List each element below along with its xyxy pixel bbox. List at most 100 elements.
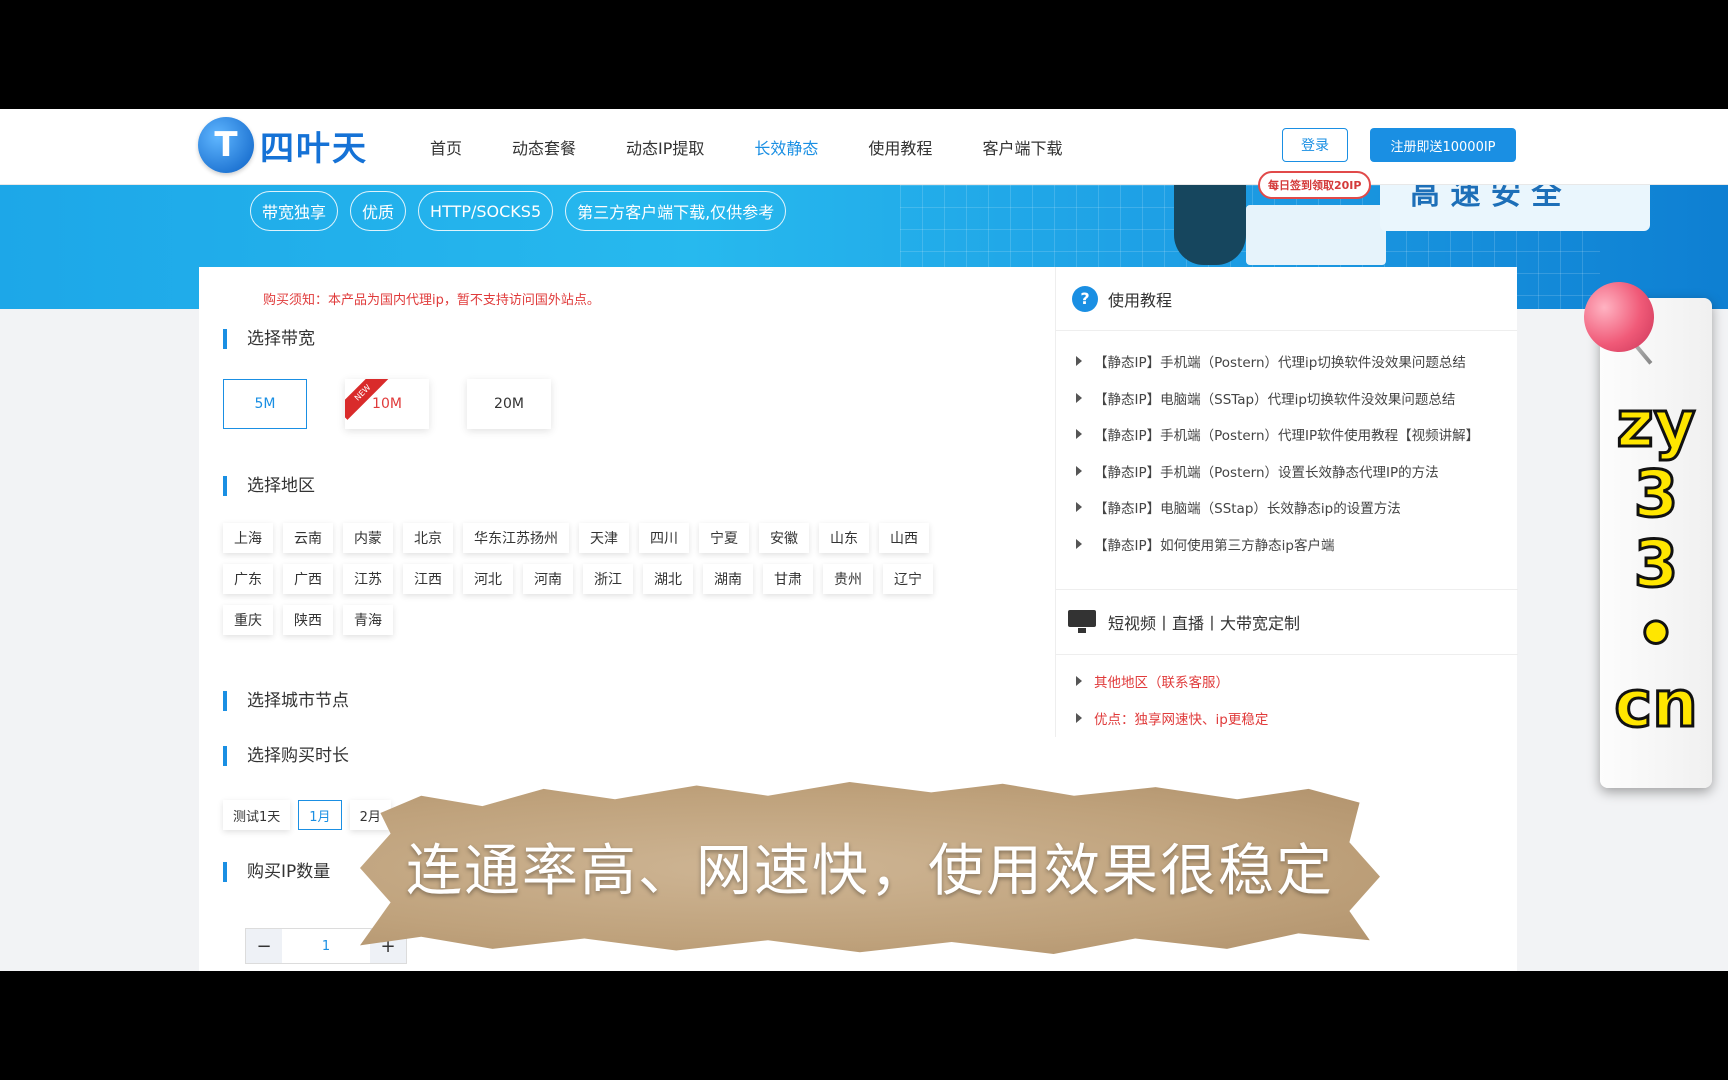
video-letterbox-top (0, 0, 1728, 109)
logo-text: 四叶天 (260, 128, 368, 169)
tutorial-header: ? 使用教程 (1056, 267, 1517, 331)
quantity-input[interactable]: 1 (282, 929, 370, 963)
region-option[interactable]: 北京 (403, 523, 453, 553)
region-option[interactable]: 山东 (819, 523, 869, 553)
region-options: 上海 云南 内蒙 北京 华东江苏扬州 天津 四川 宁夏 安徽 山东 山西 广东 … (223, 523, 943, 646)
region-option[interactable]: 浙江 (583, 564, 633, 594)
tutorial-link[interactable]: 【静态IP】如何使用第三方静态ip客户端 (1076, 526, 1517, 563)
region-option[interactable]: 华东江苏扬州 (463, 523, 569, 553)
region-option[interactable]: 重庆 (223, 605, 273, 635)
caret-right-icon (1076, 465, 1082, 476)
region-option[interactable]: 四川 (639, 523, 689, 553)
video-letterbox-bottom (0, 971, 1728, 1080)
bandwidth-option-label: 10M (372, 396, 402, 412)
banner-board-text: 高 速 安 全 (1380, 185, 1650, 231)
nav-long-static[interactable]: 长效静态 (754, 135, 818, 159)
nav-client-download[interactable]: 客户端下载 (982, 135, 1062, 159)
nav-home[interactable]: 首页 (430, 135, 462, 159)
region-option[interactable]: 宁夏 (699, 523, 749, 553)
region-option[interactable]: 贵州 (823, 564, 873, 594)
region-option[interactable]: 湖南 (703, 564, 753, 594)
feature-tag: HTTP/SOCKS5 (418, 191, 554, 231)
region-option[interactable]: 甘肃 (763, 564, 813, 594)
tutorial-link-label: 【静态IP】电脑端（SSTap）代理ip切换软件没效果问题总结 (1094, 391, 1456, 408)
region-option[interactable]: 河北 (463, 564, 513, 594)
tutorial-link[interactable]: 【静态IP】手机端（Postern）代理IP软件使用教程【视频讲解】 (1076, 416, 1517, 453)
region-option[interactable]: 广东 (223, 564, 273, 594)
custom-service-link[interactable]: 其他地区（联系客服） (1076, 663, 1268, 700)
question-icon: ? (1072, 285, 1098, 312)
nav-dynamic-ip-extract[interactable]: 动态IP提取 (626, 135, 704, 159)
bandwidth-section-title: 选择带宽 (223, 329, 315, 349)
region-option[interactable]: 陕西 (283, 605, 333, 635)
pushpin-icon (1574, 272, 1668, 366)
banner-illustration-person (1174, 185, 1246, 265)
nav-tutorials[interactable]: 使用教程 (868, 135, 932, 159)
logo-icon: T (198, 117, 254, 173)
duration-option[interactable]: 1月 (298, 800, 342, 830)
decrement-button[interactable]: − (246, 929, 282, 963)
region-option[interactable]: 江苏 (343, 564, 393, 594)
caret-right-icon (1076, 712, 1082, 723)
bandwidth-option-5m[interactable]: 5M (223, 379, 307, 429)
caret-right-icon (1076, 502, 1082, 513)
region-option[interactable]: 内蒙 (343, 523, 393, 553)
site-header: T 四叶天 首页 动态套餐 动态IP提取 长效静态 使用教程 客户端下载 登录 … (0, 109, 1728, 185)
site-logo[interactable]: T 四叶天 (198, 115, 382, 175)
tutorial-link[interactable]: 【静态IP】手机端（Postern）设置长效静态代理IP的方法 (1076, 453, 1517, 490)
watermark-char: 3 (1632, 528, 1680, 602)
region-option[interactable]: 天津 (579, 523, 629, 553)
feature-tag: 带宽独享 (250, 191, 339, 231)
watermark-char: zy (1615, 388, 1697, 462)
region-option[interactable]: 江西 (403, 564, 453, 594)
caret-right-icon (1076, 429, 1082, 440)
tutorial-link-label: 【静态IP】如何使用第三方静态ip客户端 (1094, 537, 1335, 554)
bandwidth-option-10m[interactable]: NEW 10M (345, 379, 429, 429)
region-option[interactable]: 上海 (223, 523, 273, 553)
purchase-notice: 购买须知：本产品为国内代理ip，暂不支持访问国外站点。 (263, 293, 600, 308)
daily-signin-badge[interactable]: 每日签到领取20IP (1258, 171, 1372, 199)
region-option[interactable]: 山西 (879, 523, 929, 553)
region-option[interactable]: 湖北 (643, 564, 693, 594)
region-section-title: 选择地区 (223, 476, 315, 496)
watermark-text: zy 3 3 • cn (1602, 388, 1710, 742)
bandwidth-options: 5M NEW 10M 20M (223, 379, 589, 429)
tutorial-link-label: 【静态IP】电脑端（SStap）长效静态ip的设置方法 (1094, 501, 1401, 518)
region-option[interactable]: 云南 (283, 523, 333, 553)
custom-service-title: 短视频丨直播丨大带宽定制 (1108, 614, 1301, 633)
caret-right-icon (1076, 538, 1082, 549)
banner-illustration-desk (1246, 205, 1386, 265)
bandwidth-option-20m[interactable]: 20M (467, 379, 551, 429)
tutorial-link[interactable]: 【静态IP】电脑端（SSTap）代理ip切换软件没效果问题总结 (1076, 380, 1517, 417)
bandwidth-option-label: 5M (254, 396, 276, 412)
tutorial-link-label: 【静态IP】手机端（Postern）代理ip切换软件没效果问题总结 (1094, 355, 1466, 372)
tutorial-link-label: 【静态IP】手机端（Postern）代理IP软件使用教程【视频讲解】 (1094, 428, 1480, 445)
watermark-char: • (1634, 598, 1678, 672)
region-option[interactable]: 青海 (343, 605, 393, 635)
region-option[interactable]: 辽宁 (883, 564, 933, 594)
nav-dynamic-plans[interactable]: 动态套餐 (512, 135, 576, 159)
region-option[interactable]: 广西 (283, 564, 333, 594)
custom-service-link[interactable]: 优点：独享网速快、ip更稳定 (1076, 700, 1268, 737)
tutorial-link-label: 【静态IP】手机端（Postern）设置长效静态代理IP的方法 (1094, 464, 1439, 481)
city-node-section-title: 选择城市节点 (223, 691, 349, 711)
caret-right-icon (1076, 392, 1082, 403)
caret-right-icon (1076, 356, 1082, 367)
feature-tag: 第三方客户端下载,仅供参考 (565, 191, 787, 231)
duration-option[interactable]: 测试1天 (223, 800, 291, 830)
tutorial-link[interactable]: 【静态IP】电脑端（SStap）长效静态ip的设置方法 (1076, 489, 1517, 526)
custom-service-list: 其他地区（联系客服） 优点：独享网速快、ip更稳定 (1076, 663, 1268, 736)
tutorial-link[interactable]: 【静态IP】手机端（Postern）代理ip切换软件没效果问题总结 (1076, 343, 1517, 380)
custom-service-header: 短视频丨直播丨大带宽定制 (1056, 589, 1518, 655)
right-sidebar: ? 使用教程 【静态IP】手机端（Postern）代理ip切换软件没效果问题总结… (1055, 267, 1518, 737)
caret-right-icon (1076, 676, 1082, 687)
register-button[interactable]: 注册即送10000IP (1370, 128, 1516, 162)
tutorial-title: 使用教程 (1108, 290, 1173, 310)
login-button[interactable]: 登录 (1282, 128, 1348, 162)
watermark-char: cn (1613, 668, 1699, 742)
region-option[interactable]: 河南 (523, 564, 573, 594)
feature-tag: 优质 (350, 191, 407, 231)
custom-service-label: 其他地区（联系客服） (1094, 675, 1229, 692)
duration-section-title: 选择购买时长 (223, 746, 349, 766)
region-option[interactable]: 安徽 (759, 523, 809, 553)
